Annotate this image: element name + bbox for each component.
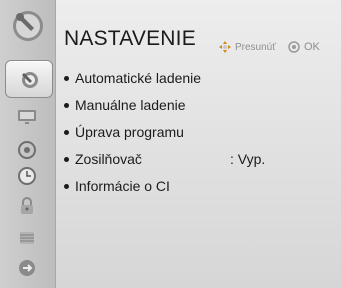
sidebar-item-input[interactable] [9, 256, 45, 280]
sidebar-item-audio[interactable] [9, 138, 45, 162]
picture-icon [18, 110, 36, 124]
input-icon [19, 260, 35, 276]
menu-item-programme-edit[interactable]: Úprava programu [64, 121, 184, 143]
setup-icon [22, 72, 38, 88]
audio-icon [18, 141, 36, 159]
booster-value: : Vyp. [230, 151, 266, 167]
option-icon [20, 232, 34, 244]
sidebar-item-setup[interactable] [5, 60, 53, 98]
menu-item-label: Manuálne ladenie [75, 97, 186, 113]
sidebar-item-picture[interactable] [9, 104, 45, 128]
menu-item-manual-tuning[interactable]: Manuálne ladenie [64, 94, 186, 116]
menu-item-label: Informácie o CI [75, 178, 170, 194]
menu-item-ci-information[interactable]: Informácie o CI [64, 175, 170, 197]
bullet [64, 75, 69, 81]
menu-item-label: Úprava programu [75, 124, 184, 140]
lock-icon [21, 197, 33, 214]
bullet [64, 102, 69, 108]
bullet [64, 183, 69, 189]
menu-item-label: Automatické ladenie [75, 70, 202, 86]
sidebar-item-option[interactable] [9, 226, 45, 250]
setup-menu: NASTAVENIE Presunúť OK Automatické laden… [0, 0, 341, 288]
sidebar-item-time[interactable] [9, 164, 45, 188]
bullet [64, 129, 69, 135]
menu-item-label: Zosilňovač [75, 151, 142, 167]
sidebar-item-lock[interactable] [9, 194, 45, 218]
settings-list: Automatické ladenie Manuálne ladenie Úpr… [62, 0, 341, 288]
time-icon [18, 167, 36, 185]
sidebar [0, 0, 56, 288]
menu-item-auto-tuning[interactable]: Automatické ladenie [64, 67, 201, 89]
bullet [64, 156, 69, 162]
setup-header-icon [6, 4, 46, 44]
menu-item-booster[interactable]: Zosilňovač : Vyp. [64, 148, 324, 170]
